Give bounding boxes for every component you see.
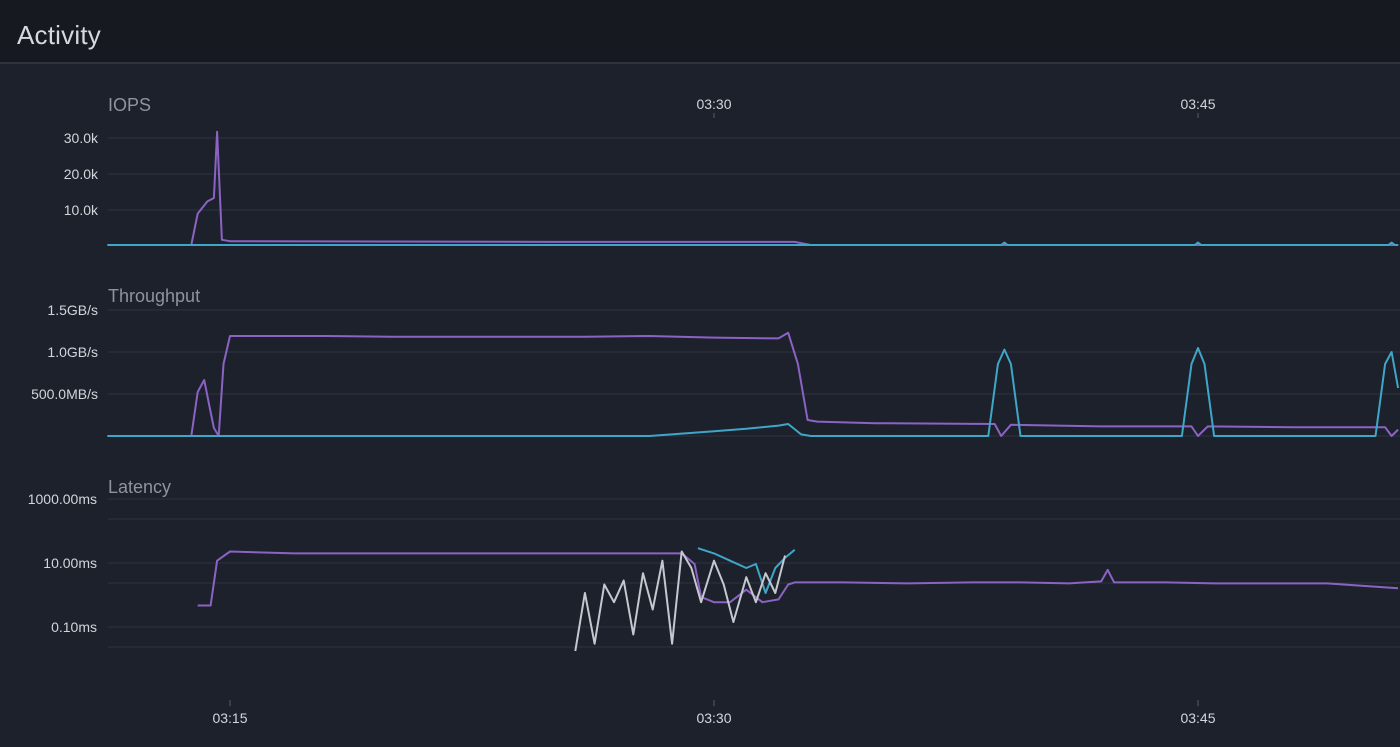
activity-charts: IOPS 30.0k 20.0k 10.0k 03:30 03:45 Throu… — [0, 64, 1400, 747]
latency-y-tick: 10.00ms — [43, 555, 97, 571]
latency-x-tick: 03:15 — [212, 710, 247, 726]
latency-x-tick: 03:45 — [1180, 710, 1215, 726]
iops-x-tick: 03:30 — [696, 96, 731, 112]
iops-title: IOPS — [108, 95, 151, 115]
latency-x-tick: 03:30 — [696, 710, 731, 726]
throughput-y-tick: 1.0GB/s — [47, 344, 98, 360]
iops-y-tick: 30.0k — [64, 130, 99, 146]
latency-title: Latency — [108, 477, 171, 497]
header: Activity — [0, 0, 1400, 64]
latency-y-tick: 1000.00ms — [28, 491, 97, 507]
iops-x-tick: 03:45 — [1180, 96, 1215, 112]
throughput-title: Throughput — [108, 286, 200, 306]
throughput-y-tick: 500.0MB/s — [31, 386, 98, 402]
activity-chart-svg: IOPS 30.0k 20.0k 10.0k 03:30 03:45 Throu… — [0, 64, 1400, 747]
throughput-y-tick: 1.5GB/s — [47, 302, 98, 318]
iops-y-tick: 10.0k — [64, 202, 99, 218]
page-title: Activity — [17, 20, 101, 50]
iops-y-tick: 20.0k — [64, 166, 99, 182]
latency-y-tick: 0.10ms — [51, 619, 97, 635]
